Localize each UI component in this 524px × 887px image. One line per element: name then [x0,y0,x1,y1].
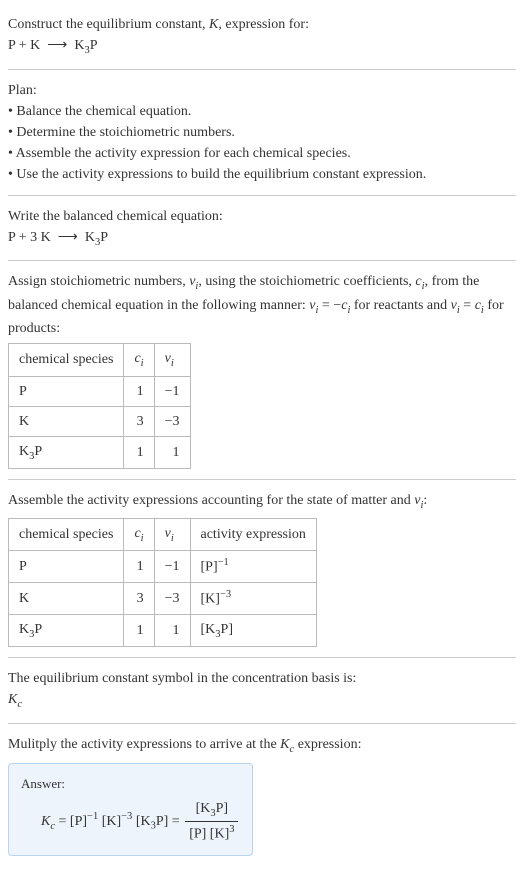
table-cell: K3P [9,614,124,647]
plan-item: • Balance the chemical equation. [8,101,516,122]
balanced-heading: Write the balanced chemical equation: [8,206,516,227]
table-header: ci [124,518,154,551]
balanced-equation: P + 3 K ⟶ K3P [8,227,516,251]
fraction-denominator: [P] [K]3 [185,822,238,845]
plan-section: Plan: • Balance the chemical equation. •… [8,74,516,191]
table-cell: −3 [154,583,190,615]
table-cell: [P]−1 [190,551,316,583]
plan-heading: Plan: [8,80,516,101]
table-cell: P [9,376,124,406]
divider [8,195,516,196]
plan-item: • Assemble the activity expression for e… [8,143,516,164]
table-cell: K [9,583,124,615]
table-cell: −1 [154,376,190,406]
answer-box: Answer: Kc = [P]−1 [K]−3 [K3P] = [K3P] [… [8,763,253,856]
table-header-row: chemical species ci νi activity expressi… [9,518,317,551]
divider [8,657,516,658]
table-cell: 1 [124,376,154,406]
stoich-section: Assign stoichiometric numbers, νi, using… [8,265,516,475]
table-cell: 1 [154,614,190,647]
table-cell: 1 [154,436,190,469]
table-cell: P [9,551,124,583]
table-cell: 1 [124,614,154,647]
title-section: Construct the equilibrium constant, K, e… [8,8,516,65]
symbol-value: Kc [8,689,516,713]
table-header: chemical species [9,344,124,377]
table-cell: 3 [124,583,154,615]
table-header: chemical species [9,518,124,551]
table-cell: 1 [124,551,154,583]
table-row: P 1 −1 [P]−1 [9,551,317,583]
divider [8,69,516,70]
table-header: νi [154,344,190,377]
divider [8,723,516,724]
plan-item: • Determine the stoichiometric numbers. [8,122,516,143]
table-header-row: chemical species ci νi [9,344,191,377]
table-row: K 3 −3 [9,406,191,436]
table-cell: [K]−3 [190,583,316,615]
table-cell: −3 [154,406,190,436]
divider [8,260,516,261]
table-row: P 1 −1 [9,376,191,406]
table-cell: K3P [9,436,124,469]
stoich-table: chemical species ci νi P 1 −1 K 3 −3 K3P… [8,343,191,469]
multiply-section: Mulitply the activity expressions to arr… [8,728,516,862]
title-line: Construct the equilibrium constant, K, e… [8,14,516,35]
activity-table: chemical species ci νi activity expressi… [8,518,317,647]
table-header: activity expression [190,518,316,551]
symbol-section: The equilibrium constant symbol in the c… [8,662,516,719]
fraction-numerator: [K3P] [185,798,238,823]
table-cell: 3 [124,406,154,436]
divider [8,479,516,480]
table-cell: 1 [124,436,154,469]
table-cell: [K3P] [190,614,316,647]
multiply-heading: Mulitply the activity expressions to arr… [8,734,516,758]
activity-heading: Assemble the activity expressions accoun… [8,490,516,514]
table-row: K 3 −3 [K]−3 [9,583,317,615]
table-header: νi [154,518,190,551]
table-header: ci [124,344,154,377]
stoich-text: Assign stoichiometric numbers, νi, using… [8,271,516,339]
symbol-heading: The equilibrium constant symbol in the c… [8,668,516,689]
table-cell: K [9,406,124,436]
answer-label: Answer: [21,774,240,794]
table-row: K3P 1 1 [9,436,191,469]
table-cell: −1 [154,551,190,583]
table-row: K3P 1 1 [K3P] [9,614,317,647]
answer-expression: Kc = [P]−1 [K]−3 [K3P] = [K3P] [P] [K]3 [21,798,240,845]
plan-item: • Use the activity expressions to build … [8,164,516,185]
balanced-section: Write the balanced chemical equation: P … [8,200,516,257]
activity-section: Assemble the activity expressions accoun… [8,484,516,653]
title-equation: P + K ⟶ K3P [8,35,516,59]
